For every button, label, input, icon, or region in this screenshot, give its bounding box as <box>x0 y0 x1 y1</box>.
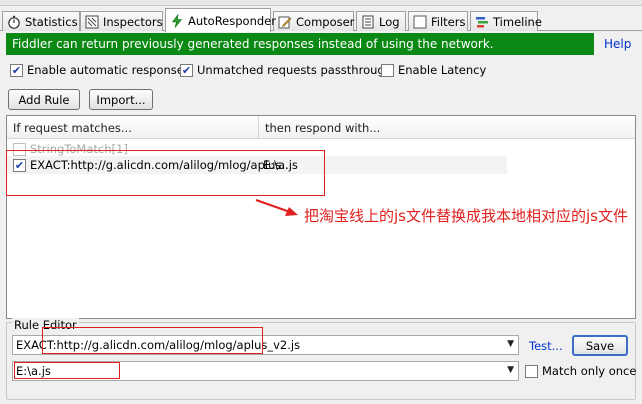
option-label: Unmatched requests passthrough <box>197 63 392 77</box>
tab-statistics[interactable]: Statistics <box>2 11 80 31</box>
option-label: Enable automatic responses <box>27 63 190 77</box>
checkbox-empty-icon[interactable] <box>381 63 394 77</box>
checkbox-checked-icon[interactable]: ✔ <box>180 63 193 77</box>
inspect-icon <box>85 15 99 29</box>
annotation-box-response <box>14 362 120 379</box>
filter-icon <box>413 15 427 29</box>
tab-inspectors[interactable]: Inspectors <box>80 11 163 31</box>
tab-bar: Statistics Inspectors AutoResponder Comp… <box>0 6 642 32</box>
stopwatch-icon <box>7 15 21 29</box>
checkbox-checked-icon[interactable]: ✔ <box>10 63 23 77</box>
tab-label: Filters <box>431 14 466 29</box>
option-label: Enable Latency <box>398 63 487 77</box>
tab-composer[interactable]: Composer <box>273 11 354 31</box>
checkbox-empty-icon[interactable] <box>525 364 538 378</box>
option-label: Match only once <box>542 364 637 378</box>
tab-label: AutoResponder <box>188 13 276 28</box>
column-header-respond[interactable]: then respond with... <box>259 116 509 139</box>
tab-label: Log <box>379 14 400 29</box>
save-button[interactable]: Save <box>572 335 628 356</box>
compose-icon <box>278 15 292 29</box>
tab-timeline[interactable]: Timeline <box>470 11 542 31</box>
add-rule-button[interactable]: Add Rule <box>8 89 80 110</box>
tab-log[interactable]: Log <box>356 11 406 31</box>
unmatched-passthrough-checkbox[interactable]: ✔ Unmatched requests passthrough <box>180 63 392 77</box>
tab-autoresponder[interactable]: AutoResponder <box>165 8 276 32</box>
help-link[interactable]: Help <box>604 37 631 51</box>
tab-label: Timeline <box>493 14 542 29</box>
dropdown-arrow-icon[interactable]: ▼ <box>507 339 514 349</box>
import-button[interactable]: Import... <box>89 89 153 110</box>
test-link[interactable]: Test... <box>529 339 563 353</box>
dropdown-arrow-icon[interactable]: ▼ <box>507 365 514 375</box>
timeline-icon <box>475 15 489 29</box>
tab-label: Inspectors <box>103 14 163 29</box>
annotation-note: 把淘宝线上的js文件替换成我本地相对应的js文件 <box>304 207 628 225</box>
annotation-box-match <box>42 327 263 354</box>
annotation-arrow-icon <box>255 199 298 216</box>
lightning-icon <box>170 12 184 28</box>
log-icon <box>361 15 375 29</box>
tab-label: Composer <box>296 14 355 29</box>
annotation-box-rule <box>6 150 325 196</box>
tab-filters[interactable]: Filters <box>408 11 468 31</box>
rules-list-header: If request matches... then respond with.… <box>7 116 635 139</box>
info-banner: Fiddler can return previously generated … <box>6 33 594 55</box>
column-header-match[interactable]: If request matches... <box>7 116 258 139</box>
enable-latency-checkbox[interactable]: Enable Latency <box>381 63 486 77</box>
match-only-once-checkbox[interactable]: Match only once <box>525 364 636 378</box>
tab-label: Statistics <box>25 14 78 29</box>
enable-automatic-responses-checkbox[interactable]: ✔ Enable automatic responses <box>10 63 190 77</box>
